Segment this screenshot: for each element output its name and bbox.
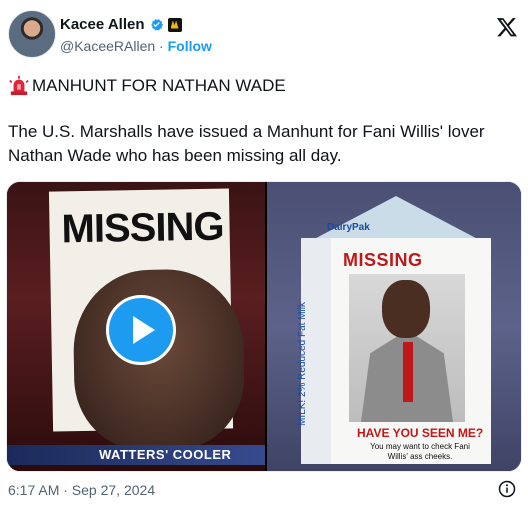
handle-separator: · <box>159 38 164 54</box>
play-icon[interactable] <box>106 295 176 365</box>
show-banner: WATTERS' COOLER <box>7 445 265 465</box>
milk-carton-image[interactable]: DairyPak MILK! 2% Reduced Fat Milk MISSI… <box>267 182 521 471</box>
post-timestamp[interactable]: 6:17 AM · Sep 27, 2024 <box>8 482 155 498</box>
missing-photo <box>349 274 465 422</box>
banner-text: WATTERS' COOLER <box>99 447 232 462</box>
head-shape <box>382 280 430 338</box>
author-name-row: Kacee Allen <box>60 16 182 33</box>
x-logo-icon[interactable] <box>496 16 518 38</box>
verified-icon <box>150 19 163 31</box>
carton-side-label: 2% Reduced Fat Milk <box>297 302 308 398</box>
tie-shape <box>403 342 413 402</box>
author-name[interactable]: Kacee Allen <box>60 16 145 33</box>
post-title-text: MANHUNT FOR NATHAN WADE <box>32 76 286 95</box>
post-header: Kacee Allen @KaceeRAllen · Follow <box>8 8 520 60</box>
info-icon[interactable] <box>498 480 516 498</box>
carton-missing-text: MISSING <box>343 250 423 270</box>
author-handle[interactable]: @KaceeRAllen <box>60 38 155 54</box>
post-text: The U.S. Marshalls have issued a Manhunt… <box>8 122 485 165</box>
carton-check-text: You may want to check Fani Willis' ass c… <box>370 442 470 461</box>
siren-icon <box>9 76 29 96</box>
media-grid: MISSING WATTERS' COOLER DairyPak MILK! 2… <box>6 181 522 472</box>
post-title: MANHUNT FOR NATHAN WADE <box>8 76 286 96</box>
avatar[interactable] <box>8 10 56 58</box>
affiliate-badge-icon <box>167 17 182 32</box>
video-thumbnail[interactable]: MISSING WATTERS' COOLER <box>7 182 265 471</box>
follow-button[interactable]: Follow <box>168 38 212 54</box>
have-you-seen-me-text: HAVE YOU SEEN ME? <box>357 426 484 440</box>
carton-side-text: MILK! 2% Reduced Fat Milk <box>297 302 308 426</box>
carton-brand: DairyPak <box>327 222 370 233</box>
sign-missing-text: MISSING <box>61 204 224 252</box>
carton-side-milk: MILK! <box>297 399 308 426</box>
author-handle-row: @KaceeRAllen · Follow <box>60 38 212 54</box>
